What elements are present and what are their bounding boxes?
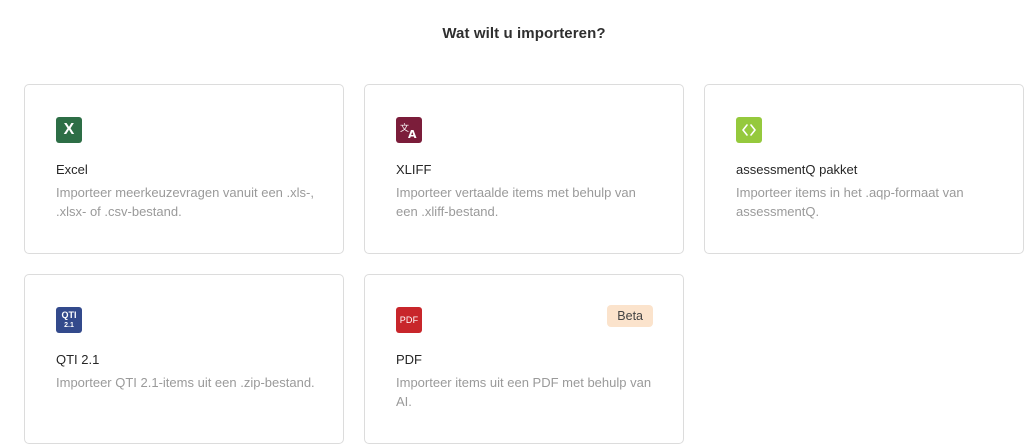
import-option-qti[interactable]: QTI 2.1 QTI 2.1 Importeer QTI 2.1-items …	[24, 274, 344, 444]
beta-badge: Beta	[607, 305, 653, 327]
option-name: PDF	[396, 352, 422, 367]
option-name: QTI 2.1	[56, 352, 100, 367]
pdf-icon: PDF	[396, 307, 422, 333]
option-description: Importeer items uit een PDF met behulp v…	[396, 375, 652, 409]
option-description: Importeer meerkeuzevragen vanuit een .xl…	[56, 185, 314, 219]
translate-icon: 文 A	[396, 117, 422, 143]
import-page: Wat wilt u importeren? X Excel Importeer…	[0, 0, 1036, 447]
page-title: Wat wilt u importeren?	[442, 25, 606, 42]
import-option-pdf[interactable]: PDF Beta PDF Importeer items uit een PDF…	[364, 274, 684, 444]
option-name: Excel	[56, 162, 88, 177]
qti-icon-version: 2.1	[64, 321, 74, 329]
option-description: Importeer items in het .aqp-formaat van …	[736, 185, 964, 219]
option-description: Importeer vertaalde items met behulp van…	[396, 185, 636, 219]
import-option-assessmentq[interactable]: assessmentQ pakket Importeer items in he…	[704, 84, 1024, 254]
option-name: assessmentQ pakket	[736, 162, 858, 177]
qti-icon-label: QTI	[61, 309, 77, 320]
code-brackets-icon	[736, 117, 762, 143]
import-option-excel[interactable]: X Excel Importeer meerkeuzevragen vanuit…	[24, 84, 344, 254]
qti-icon: QTI 2.1	[56, 307, 82, 333]
svg-text:A: A	[408, 128, 417, 140]
import-option-xliff[interactable]: 文 A XLIFF Importeer vertaalde items met …	[364, 84, 684, 254]
option-name: XLIFF	[396, 162, 432, 177]
option-description: Importeer QTI 2.1-items uit een .zip-bes…	[56, 375, 315, 390]
excel-icon: X	[56, 117, 82, 143]
